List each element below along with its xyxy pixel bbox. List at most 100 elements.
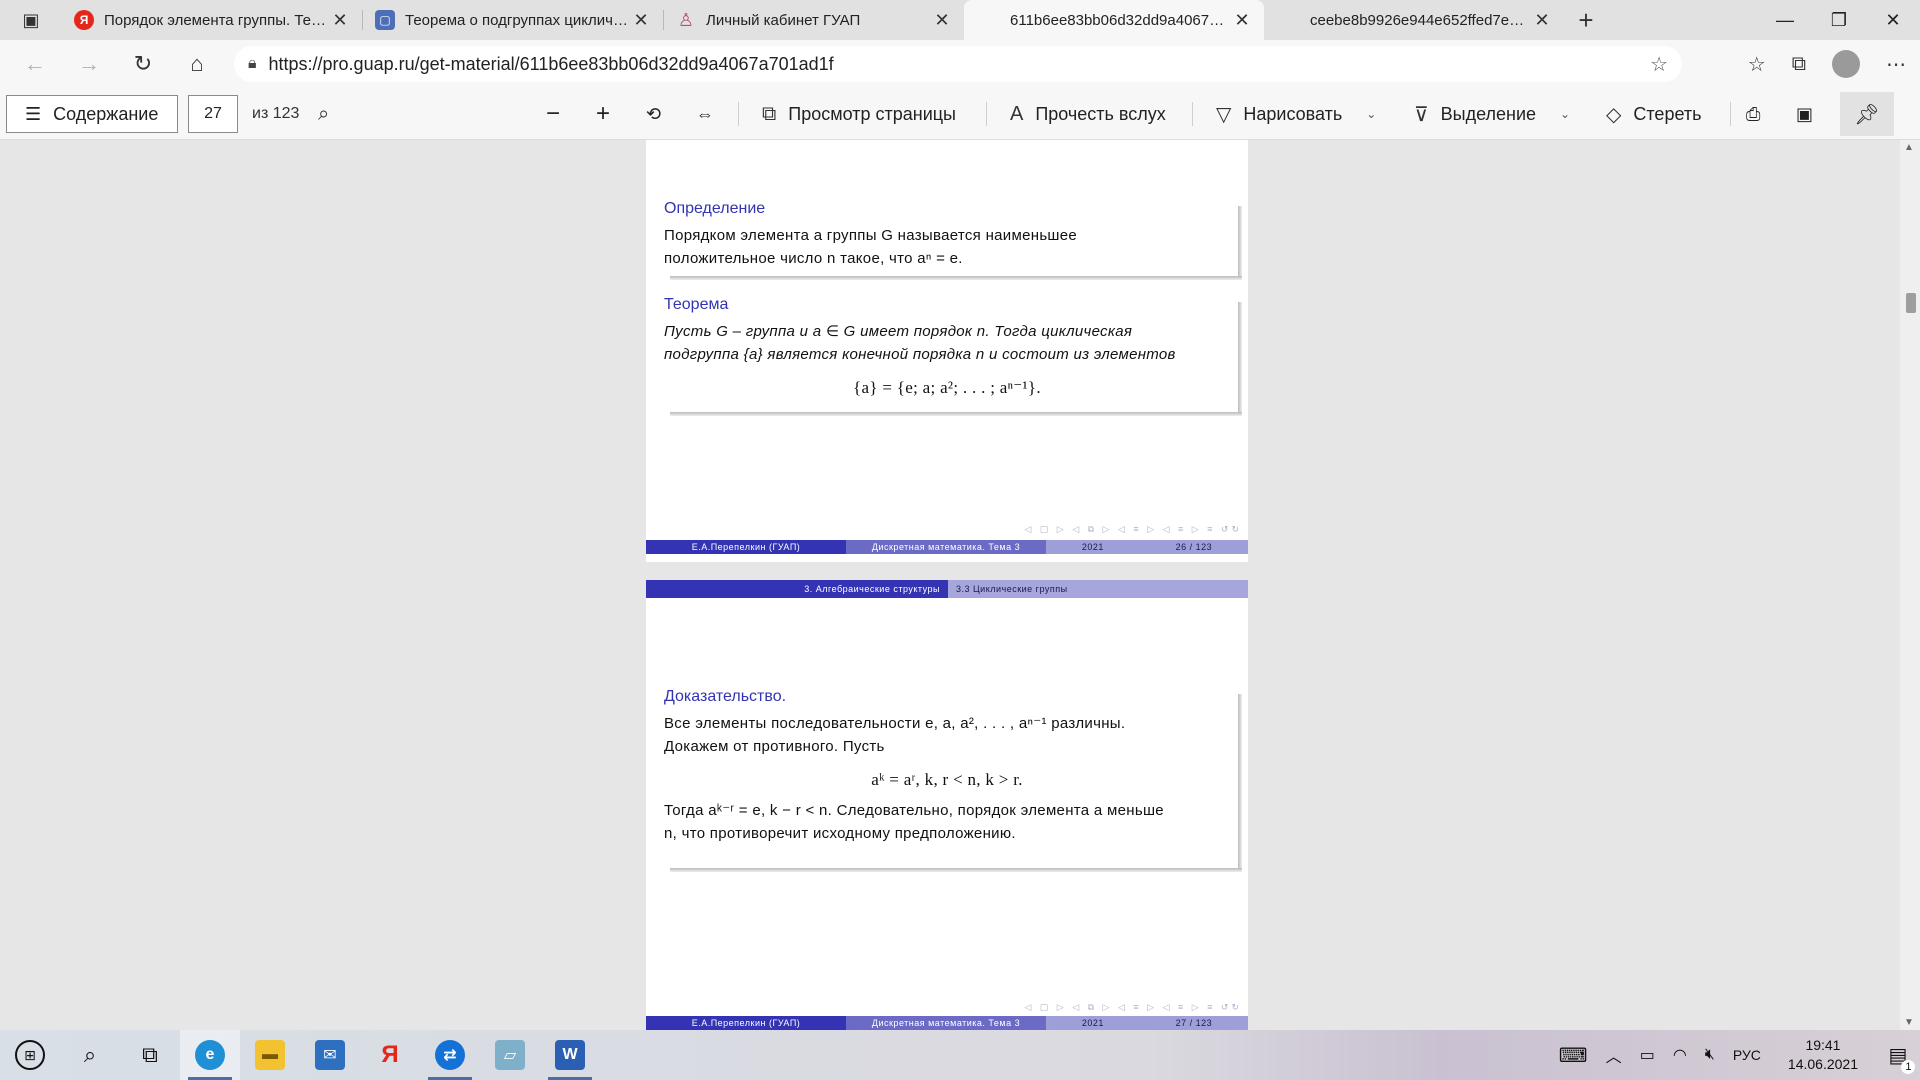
vertical-scrollbar[interactable]: ▲ ▼: [1900, 140, 1920, 1030]
block-shadow: [670, 868, 1242, 872]
definition-line: положительное число n такое, что aⁿ = e.: [664, 250, 963, 267]
notifications-button[interactable]: ▤ 1: [1876, 1043, 1920, 1074]
collections-icon[interactable]: ⧉: [1792, 53, 1806, 76]
taskbar-yandex[interactable]: Я: [360, 1030, 420, 1080]
task-view-button[interactable]: ⧉: [120, 1030, 180, 1080]
pin-toolbar-button[interactable]: 📌︎: [1840, 92, 1894, 136]
draw-button[interactable]: ▽ Нарисовать ⌄: [1216, 88, 1376, 140]
save-icon: ▣: [1796, 103, 1814, 124]
tab-label: ceebe8b9926e944e652ffed7ee87: [1310, 11, 1532, 29]
plus-icon: +: [1578, 4, 1594, 35]
taskbar-edge[interactable]: e: [180, 1030, 240, 1080]
search-icon[interactable]: ⌕: [318, 88, 329, 140]
read-aloud-button[interactable]: A︎ Прочесть вслух: [1010, 88, 1166, 140]
toolbar-separator: [738, 102, 739, 126]
pen-icon: ▽: [1216, 103, 1232, 126]
chevron-down-icon[interactable]: ⌄: [1366, 107, 1376, 121]
scroll-up-icon[interactable]: ▲: [1904, 142, 1914, 153]
close-icon[interactable]: ✕: [631, 10, 651, 31]
refresh-button[interactable]: ↻: [116, 51, 170, 77]
toolbar-separator: [1192, 102, 1193, 126]
home-button[interactable]: ⌂: [170, 51, 224, 77]
chevron-up-icon[interactable]: ︿: [1597, 1043, 1631, 1067]
favorites-icon[interactable]: ☆: [1748, 52, 1766, 77]
read-aloud-icon: A︎: [1010, 102, 1024, 125]
block-shadow: [1238, 206, 1242, 280]
print-button[interactable]: ⎙: [1746, 88, 1760, 140]
new-tab-button[interactable]: +: [1564, 0, 1608, 40]
tab-actions-button[interactable]: ▣: [0, 0, 62, 40]
page-number-input[interactable]: 27: [188, 95, 238, 133]
page-view-button[interactable]: ⧉ Просмотр страницы: [762, 88, 956, 140]
close-icon[interactable]: ✕: [330, 10, 350, 31]
taskbar-teamviewer[interactable]: ⇄: [420, 1030, 480, 1080]
clock-date: 14.06.2021: [1787, 1056, 1858, 1072]
taskbar-mail[interactable]: ✉: [300, 1030, 360, 1080]
lock-icon[interactable]: 🔒︎: [248, 55, 257, 73]
zoom-in-button[interactable]: +: [596, 88, 610, 140]
beamer-navigation-icons[interactable]: ◁ ▢ ▷ ◁ ⧉ ▷ ◁ ≡ ▷ ◁ ≡ ▷ ≡ ↺↻: [1024, 524, 1242, 535]
back-button[interactable]: ←: [8, 51, 62, 77]
keyboard-icon[interactable]: ⌨: [1550, 1043, 1597, 1068]
save-button[interactable]: ▣: [1796, 88, 1813, 140]
tab-0[interactable]: Я Порядок элемента группы. Теория ✕: [62, 0, 362, 40]
close-icon[interactable]: ✕: [1532, 10, 1552, 31]
scroll-thumb[interactable]: [1906, 293, 1916, 313]
folder-icon: ▬: [255, 1040, 285, 1070]
tab-2[interactable]: ♙ Личный кабинет ГУАП ✕: [664, 0, 964, 40]
block-shadow: [670, 276, 1242, 280]
forward-button[interactable]: →: [62, 51, 116, 77]
fit-width-button[interactable]: ⇔: [696, 88, 714, 140]
scroll-down-icon[interactable]: ▼: [1904, 1017, 1914, 1028]
theorem-body: Пусть G – группа и a ∈ G имеет порядок n…: [664, 320, 1242, 407]
start-button[interactable]: ⊞: [0, 1030, 60, 1080]
tab-label: 611b6ee83bb06d32dd9a4067a701ad1f: [1010, 11, 1232, 29]
draw-label: Нарисовать: [1243, 103, 1343, 124]
clock[interactable]: 19:41 14.06.2021: [1770, 1036, 1876, 1074]
footer-meta: 2021 26 / 123: [1046, 540, 1248, 554]
avatar[interactable]: [1832, 50, 1860, 78]
highlighter-icon: ⊽: [1414, 103, 1429, 126]
rotate-button[interactable]: ⟲: [646, 88, 661, 140]
contents-button[interactable]: ☰ Содержание: [6, 95, 178, 133]
close-window-button[interactable]: ✕: [1866, 0, 1920, 40]
chevron-down-icon[interactable]: ⌄: [1560, 107, 1570, 121]
tab-3[interactable]: 611b6ee83bb06d32dd9a4067a701ad1f ✕: [964, 0, 1264, 40]
tab-4[interactable]: ceebe8b9926e944e652ffed7ee87 ✕: [1264, 0, 1564, 40]
minimize-button[interactable]: —: [1758, 0, 1812, 40]
rotate-icon: ⟲: [646, 103, 662, 124]
beamer-navigation-icons[interactable]: ◁ ▢ ▷ ◁ ⧉ ▷ ◁ ≡ ▷ ◁ ≡ ▷ ≡ ↺↻: [1024, 1002, 1242, 1013]
notification-count: 1: [1901, 1059, 1916, 1074]
erase-button[interactable]: ◇ Стереть: [1606, 88, 1702, 140]
theorem-block: Теорема Пусть G – группа и a ∈ G имеет п…: [664, 296, 1242, 416]
battery-icon[interactable]: ▭: [1631, 1045, 1664, 1065]
zoom-out-button[interactable]: −: [546, 88, 560, 140]
yandex-icon: Я: [381, 1041, 399, 1068]
add-favorite-icon[interactable]: ☆: [1650, 52, 1668, 77]
header-subsection: 3.3 Циклические группы: [948, 580, 1248, 598]
close-icon[interactable]: ✕: [1232, 10, 1252, 31]
pdf-page-26: Определение Порядком элемента a группы G…: [646, 140, 1248, 562]
word-icon: W: [555, 1040, 585, 1070]
notebook-icon: ▱: [495, 1040, 525, 1070]
wifi-icon[interactable]: ◠: [1664, 1045, 1696, 1065]
footer-meta: 2021 27 / 123: [1046, 1016, 1248, 1030]
pdf-viewer[interactable]: Определение Порядком элемента a группы G…: [0, 140, 1920, 1030]
taskbar-word[interactable]: W: [540, 1030, 600, 1080]
volume-mute-icon[interactable]: 🔇︎: [1696, 1046, 1724, 1064]
edge-icon: e: [195, 1040, 225, 1070]
theorem-title: Теорема: [664, 296, 729, 313]
language-indicator[interactable]: РУС: [1724, 1047, 1770, 1063]
tab-1[interactable]: ▢ Теорема о подгруппах циклической ✕: [363, 0, 663, 40]
taskbar-explorer[interactable]: ▬: [240, 1030, 300, 1080]
close-icon[interactable]: ✕: [932, 10, 952, 31]
url-field[interactable]: 🔒︎ https://pro.guap.ru/get-material/611b…: [234, 46, 1682, 82]
maximize-button[interactable]: ❐: [1812, 0, 1866, 40]
taskbar-app[interactable]: ▱: [480, 1030, 540, 1080]
tab-label: Личный кабинет ГУАП: [706, 11, 861, 29]
pin-icon: 📌︎: [1854, 103, 1880, 126]
highlight-button[interactable]: ⊽ Выделение ⌄: [1414, 88, 1570, 140]
search-button[interactable]: ⌕: [60, 1030, 120, 1080]
tab-actions-icon: ▣: [22, 9, 40, 30]
more-icon[interactable]: ⋯: [1886, 52, 1906, 77]
